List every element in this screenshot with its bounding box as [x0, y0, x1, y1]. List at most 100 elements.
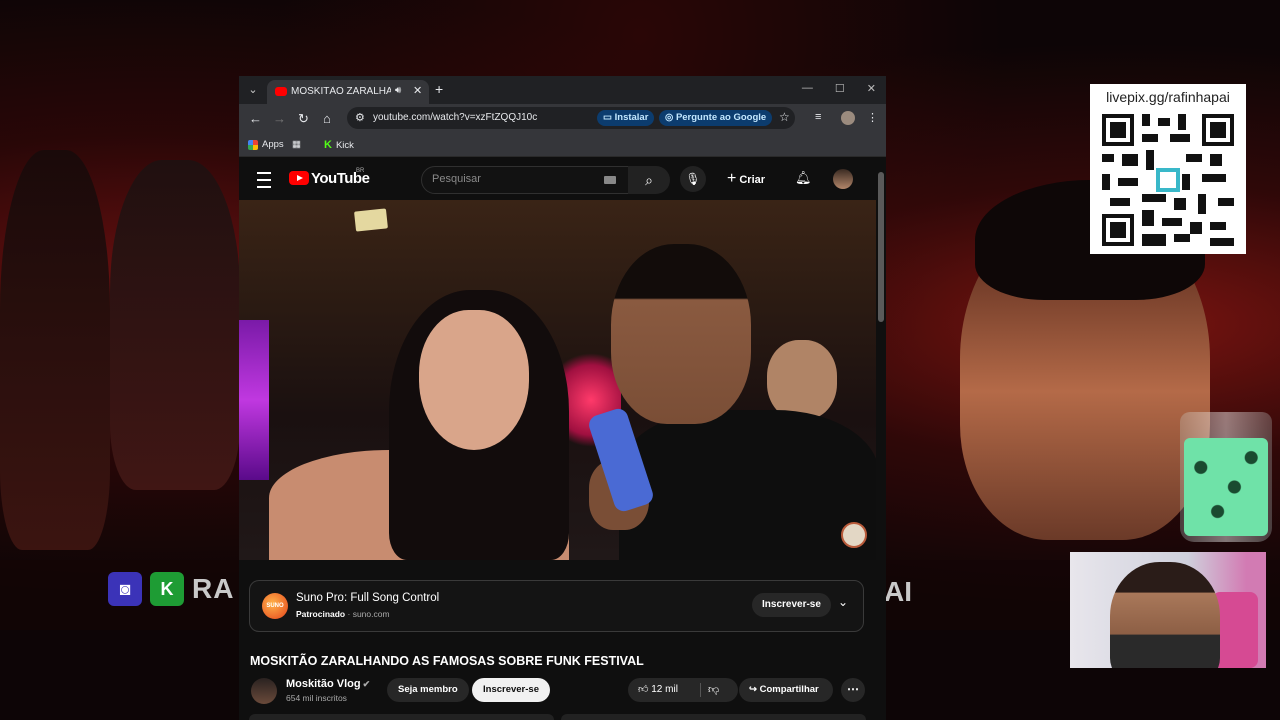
bookmark-kick[interactable]: K Kick	[324, 139, 354, 151]
more-actions-icon[interactable]: ⋯	[841, 678, 865, 702]
voice-search-button[interactable]: 🎙︎	[680, 166, 706, 192]
bookmark-apps[interactable]: Apps	[248, 139, 284, 150]
ad-subtitle: Patrocinado · suno.com	[296, 609, 390, 619]
forward-icon[interactable]: →	[273, 111, 286, 126]
page-scrollbar[interactable]	[878, 172, 884, 322]
address-bar[interactable]: ⚙ youtube.com/watch?v=xzFtZQQJ10c ▭ Inst…	[347, 107, 795, 129]
youtube-page: YouTube BR ⌕ 🎙︎ +Criar 🔔︎	[239, 160, 886, 720]
share-icon: ↪	[749, 684, 760, 695]
like-count: 12 mil	[651, 684, 678, 695]
bookmarks-bar: Apps ▦ K Kick	[239, 134, 886, 157]
subscriber-count: 654 mil inscritos	[286, 693, 347, 703]
close-tab-icon[interactable]: ✕	[413, 84, 422, 97]
twitch-icon: ◙	[108, 572, 142, 606]
video-man-head	[611, 244, 751, 424]
video-ceiling-light	[354, 208, 388, 232]
keyboard-icon[interactable]	[604, 176, 616, 184]
speaker-icon[interactable]: 🔊︎	[395, 85, 401, 96]
reading-list-icon[interactable]: ≡	[815, 111, 821, 123]
brand-left-text: RA	[192, 573, 235, 604]
video-woman-face	[419, 310, 529, 450]
donation-jar	[1180, 412, 1272, 542]
create-button[interactable]: + Criar	[727, 168, 765, 192]
browser-toolbar: ← → ↻ ⌂ ⚙ youtube.com/watch?v=xzFtZQQJ10…	[239, 104, 886, 134]
install-chip[interactable]: ▭ Instalar	[597, 110, 655, 126]
maximize-icon[interactable]: ☐	[835, 82, 845, 95]
thumbs-up-icon: 👍︎	[638, 684, 652, 695]
back-icon[interactable]: ←	[249, 111, 262, 126]
kick-bookmark-icon: K	[324, 139, 332, 151]
account-avatar[interactable]	[833, 169, 853, 189]
search-input[interactable]	[432, 173, 592, 185]
notifications-bell-icon[interactable]: 🔔︎	[795, 170, 812, 186]
dislike-button[interactable]: 👎︎	[708, 678, 719, 702]
region-code: BR	[356, 168, 365, 174]
thumbs-down-icon: 👎︎	[708, 684, 720, 696]
bookmark-kick-label: Kick	[335, 139, 354, 151]
like-divider	[700, 683, 701, 697]
hamburger-menu-icon[interactable]	[257, 172, 271, 188]
youtube-favicon-icon	[275, 87, 287, 96]
ad-sponsored-label: Patrocinado	[296, 609, 346, 619]
join-button[interactable]: Seja membro	[387, 678, 469, 702]
webcam-feed	[1070, 552, 1266, 668]
subscribe-button[interactable]: Inscrever-se	[472, 678, 550, 702]
video-background-person	[767, 340, 837, 420]
window-controls: — ☐ ✕	[802, 82, 876, 95]
bookmark-grid[interactable]: ▦	[292, 139, 301, 150]
tab-title: MOSKITÃO ZARALHANDO AS FAMOSAS SOBRE FUN…	[291, 86, 391, 97]
brand-left: ◙ K RA	[108, 572, 234, 606]
like-button[interactable]: 👍︎ 12 mil	[638, 678, 678, 702]
verified-icon: ✔︎	[362, 679, 371, 689]
menu-icon[interactable]: ⋮	[867, 111, 878, 124]
sponsored-ad[interactable]: SUNO Suno Pro: Full Song Control Patroci…	[249, 580, 864, 632]
brand-right-text: AI	[884, 576, 912, 607]
bookmark-apps-label: Apps	[262, 139, 284, 150]
install-icon: ▭	[603, 112, 615, 123]
video-man-body	[619, 410, 876, 560]
reload-icon[interactable]: ↻	[298, 111, 309, 127]
site-info-icon[interactable]: ⚙	[355, 111, 365, 124]
bookmark-star-icon[interactable]: ☆	[779, 110, 790, 124]
tab-search-icon[interactable]: ⌄	[245, 82, 261, 98]
apps-icon	[248, 139, 258, 150]
video-player[interactable]	[239, 200, 876, 560]
background-art-left-2	[110, 160, 240, 490]
chevron-down-icon[interactable]: ⌄	[838, 595, 848, 609]
url-text: youtube.com/watch?v=xzFtZQQJ10c	[373, 112, 538, 123]
channel-watermark-icon[interactable]	[841, 522, 867, 548]
background-art-left	[0, 150, 110, 550]
profile-avatar[interactable]	[841, 111, 855, 125]
qr-label: livepix.gg/rafinhapai	[1106, 89, 1230, 105]
ad-domain: suno.com	[352, 609, 390, 619]
kick-icon: K	[150, 572, 184, 606]
tab-youtube[interactable]: MOSKITÃO ZARALHANDO AS FAMOSAS SOBRE FUN…	[267, 80, 429, 104]
channel-name[interactable]: Moskitão Vlog ✔︎	[286, 678, 370, 690]
webcam-person	[1110, 562, 1220, 668]
video-title: MOSKITÃO ZARALHANDO AS FAMOSAS SOBRE FUN…	[250, 654, 644, 668]
below-content-right	[561, 714, 866, 720]
close-window-icon[interactable]: ✕	[867, 82, 876, 95]
create-label: Criar	[739, 174, 766, 186]
search-icon: ⌕	[645, 172, 653, 188]
ask-google-chip[interactable]: ◎ Pergunte ao Google	[659, 110, 773, 126]
ask-google-label: Pergunte ao Google	[675, 112, 767, 123]
minimize-icon[interactable]: —	[802, 82, 813, 95]
search-box[interactable]	[421, 166, 629, 194]
channel-name-text: Moskitão Vlog	[286, 678, 361, 690]
home-icon[interactable]: ⌂	[323, 111, 331, 126]
like-dislike-group: 👍︎ 12 mil 👎︎	[628, 678, 738, 702]
ad-title[interactable]: Suno Pro: Full Song Control	[296, 592, 439, 604]
tab-bar: ⌄ MOSKITÃO ZARALHANDO AS FAMOSAS SOBRE F…	[239, 76, 886, 104]
plus-icon: +	[727, 170, 737, 187]
channel-avatar[interactable]	[251, 678, 277, 704]
youtube-logo-icon[interactable]	[289, 171, 309, 185]
youtube-header: YouTube BR ⌕ 🎙︎ +Criar 🔔︎	[239, 160, 886, 200]
new-tab-button[interactable]: +	[435, 81, 443, 97]
mic-icon: 🎙︎	[685, 172, 701, 186]
search-button[interactable]: ⌕	[628, 166, 670, 194]
qr-panel: livepix.gg/rafinhapai	[1090, 84, 1246, 254]
donation-jar-fill	[1184, 438, 1268, 536]
share-button[interactable]: ↪ Compartilhar	[739, 678, 833, 702]
ad-subscribe-button[interactable]: Inscrever-se	[752, 593, 831, 617]
